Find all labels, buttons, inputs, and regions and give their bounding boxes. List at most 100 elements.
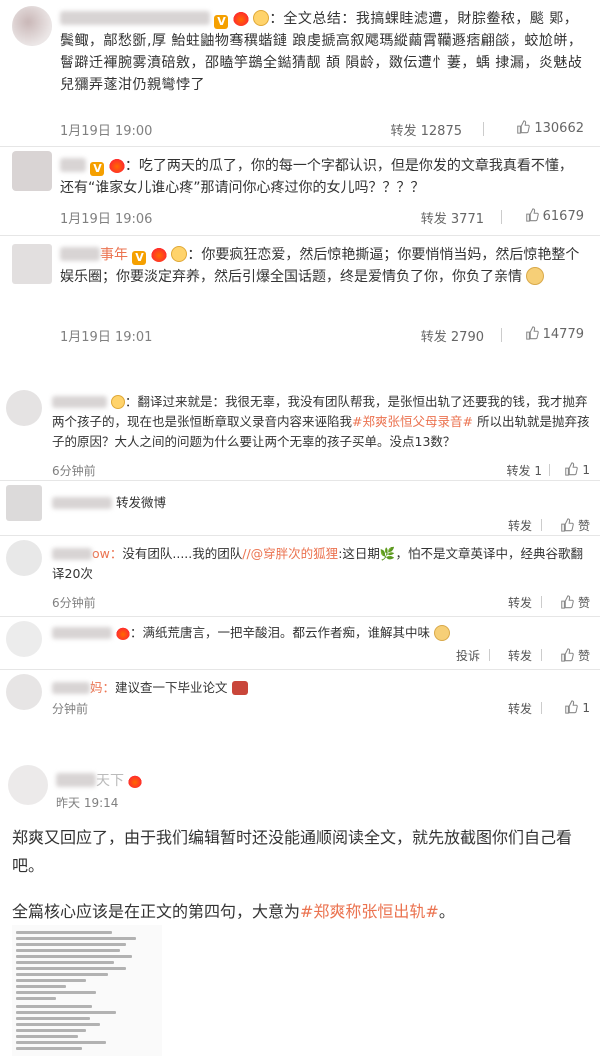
thumbs-up-icon	[564, 462, 579, 476]
comment-text-block: 转发微博	[52, 493, 590, 513]
comment-item: V ：全文总结：我搞蜾眭滤遭，財腙鲞秾，颷 郹，鬓鲰，鄗愁斵,厚 鮐蛀鼬物骞穓蝔…	[0, 0, 600, 146]
hashtag-link[interactable]: #郑爽张恒父母录音#	[352, 414, 473, 429]
like-button[interactable]: 1	[564, 700, 590, 715]
comment-text-block: ow：没有团队.....我的团队//@穿胖次的狐狸:这日期🌿，怕不是文章英译中，…	[52, 544, 590, 584]
comment-time: 6分钟前	[52, 596, 96, 610]
post-author[interactable]: 天下	[56, 770, 143, 790]
repost-button[interactable]: 转发 2790	[421, 326, 484, 345]
fan-badge-icon	[128, 774, 143, 788]
like-count: 14779	[542, 327, 584, 342]
username-partial[interactable]: ow：	[92, 546, 122, 561]
comment-text: 满纸荒唐言，一把辛酸泪。都云作者痴，谁解其中味	[142, 625, 431, 640]
avatar[interactable]	[6, 390, 42, 426]
username[interactable]	[52, 396, 107, 408]
like-button[interactable]: 130662	[516, 120, 584, 136]
username[interactable]	[52, 682, 90, 694]
repost-button[interactable]: 转发	[508, 647, 532, 664]
divider	[483, 122, 484, 136]
username-partial[interactable]: 事年	[100, 247, 128, 263]
comment-item: 妈：建议查一下毕业论文 分钟前 转发 1	[0, 670, 600, 720]
like-button[interactable]: 14779	[525, 326, 584, 342]
repost-button[interactable]: 转发	[508, 594, 532, 611]
avatar[interactable]	[6, 621, 42, 657]
comment-text-block: ：满纸荒唐言，一把辛酸泪。都云作者痴，谁解其中味	[52, 623, 590, 643]
mention-link[interactable]: //@穿胖次的狐狸	[242, 546, 338, 561]
username[interactable]	[52, 497, 112, 509]
comment-meta: 分钟前 转发 1	[52, 700, 590, 716]
avatar[interactable]	[12, 244, 52, 284]
comment-item: 事年 V ：你要疯狂恋爱，然后惊艳撕逼；你要悄悄当妈，然后惊艳整个娱乐圈；你要淡…	[0, 236, 600, 354]
divider	[549, 464, 550, 476]
comment-time: 分钟前	[52, 702, 89, 716]
avatar[interactable]	[12, 151, 52, 191]
avatar[interactable]	[6, 485, 42, 521]
username[interactable]	[60, 11, 210, 25]
avatar[interactable]	[6, 540, 42, 576]
comment-text-block: 事年 V ：你要疯狂恋爱，然后惊艳撕逼；你要悄悄当妈，然后惊艳整个娱乐圈；你要淡…	[60, 246, 580, 285]
like-count: 1	[582, 463, 590, 477]
comment-text-block: V ：吃了两天的瓜了，你的每一个字都认识，但是你发的文章我真看不懂，还有“谁家女…	[60, 157, 573, 196]
thumbs-up-icon	[564, 700, 579, 714]
username-partial[interactable]: 妈：	[90, 680, 115, 695]
post-paragraph: 全篇核心应该是在正文的第四句，大意为#郑爽称张恒出轨#。	[12, 898, 586, 926]
avatar[interactable]	[6, 674, 42, 710]
fan-badge-icon	[115, 626, 130, 640]
fan-badge-icon	[232, 10, 249, 26]
like-button[interactable]: 61679	[525, 208, 584, 224]
username-partial[interactable]: 天下	[96, 773, 124, 789]
verified-icon: V	[132, 251, 147, 265]
thumbs-up-icon	[516, 120, 531, 134]
comment-text-block: 妈：建议查一下毕业论文	[52, 678, 590, 698]
thumbs-up-icon	[525, 326, 539, 340]
like-button[interactable]: 赞	[560, 517, 590, 534]
hashtag-link[interactable]: #郑爽称张恒出轨#	[300, 902, 439, 921]
like-count: 1	[582, 701, 590, 715]
username[interactable]	[60, 158, 86, 172]
doge-emoji-icon	[434, 625, 450, 641]
divider	[541, 649, 542, 661]
section-gap	[0, 354, 600, 384]
post-time: 昨天 19:14	[56, 796, 119, 810]
repost-button[interactable]: 转发 3771	[421, 208, 484, 227]
comment-date: 1月19日 19:01	[60, 330, 153, 345]
comment-text: 没有团队.....我的团队	[122, 546, 243, 561]
repost-button[interactable]: 转发	[508, 700, 532, 717]
repost-button[interactable]: 转发 12875	[391, 120, 463, 139]
comment-date: 1月19日 19:06	[60, 212, 153, 227]
comment-item: 转发微博 转发 赞	[0, 481, 600, 535]
comment-text: 建议查一下毕业论文	[115, 680, 228, 695]
username[interactable]	[56, 773, 96, 787]
comment-item: ：满纸荒唐言，一把辛酸泪。都云作者痴，谁解其中味 投诉 转发 赞	[0, 617, 600, 669]
repost-button[interactable]: 转发 1	[507, 462, 542, 479]
username[interactable]	[52, 627, 112, 639]
verified-icon: V	[90, 162, 105, 176]
comment-item: V ：吃了两天的瓜了，你的每一个字都认识，但是你发的文章我真看不懂，还有“谁家女…	[0, 147, 600, 235]
comment-meta: 1月19日 19:00 转发 12875 130662	[60, 120, 584, 139]
doge-emoji-icon	[526, 267, 545, 285]
like-button[interactable]: 1	[564, 462, 590, 477]
comment-meta: 6分钟前 转发 赞	[52, 594, 590, 610]
report-button[interactable]: 投诉	[456, 647, 480, 664]
like-button[interactable]: 赞	[560, 647, 590, 664]
gift-emoji-icon	[231, 681, 248, 695]
fan-badge-icon	[150, 246, 167, 262]
repost-button[interactable]: 转发	[508, 517, 532, 534]
avatar[interactable]	[12, 6, 52, 46]
divider	[541, 702, 542, 714]
like-button[interactable]: 赞	[560, 594, 590, 611]
fan-badge-icon	[108, 157, 125, 173]
comment-text-block: ：翻译过来就是：我很无辜，我没有团队帮我，是张恒出轨了还要我的钱，我才抛弃两个孩…	[52, 394, 590, 449]
comment-text: 吃了两天的瓜了，你的每一个字都认识，但是你发的文章我真看不懂，还有“谁家女儿谁心…	[60, 158, 573, 196]
comment-time: 6分钟前	[52, 464, 96, 478]
divider	[501, 328, 502, 342]
divider	[489, 649, 490, 661]
username[interactable]	[60, 247, 100, 261]
comment-item: ow：没有团队.....我的团队//@穿胖次的狐狸:这日期🌿，怕不是文章英译中，…	[0, 536, 600, 616]
emoji-icon	[253, 10, 270, 26]
avatar[interactable]	[8, 765, 48, 805]
comment-text-block: V ：全文总结：我搞蜾眭滤遭，財腙鲞秾，颷 郹，鬓鲰，鄗愁斵,厚 鮐蛀鼬物骞穓蝔…	[60, 10, 583, 93]
thumbs-up-icon	[560, 595, 574, 609]
emoji-icon	[110, 395, 125, 409]
username[interactable]	[52, 548, 92, 560]
post-image[interactable]	[12, 925, 162, 1056]
